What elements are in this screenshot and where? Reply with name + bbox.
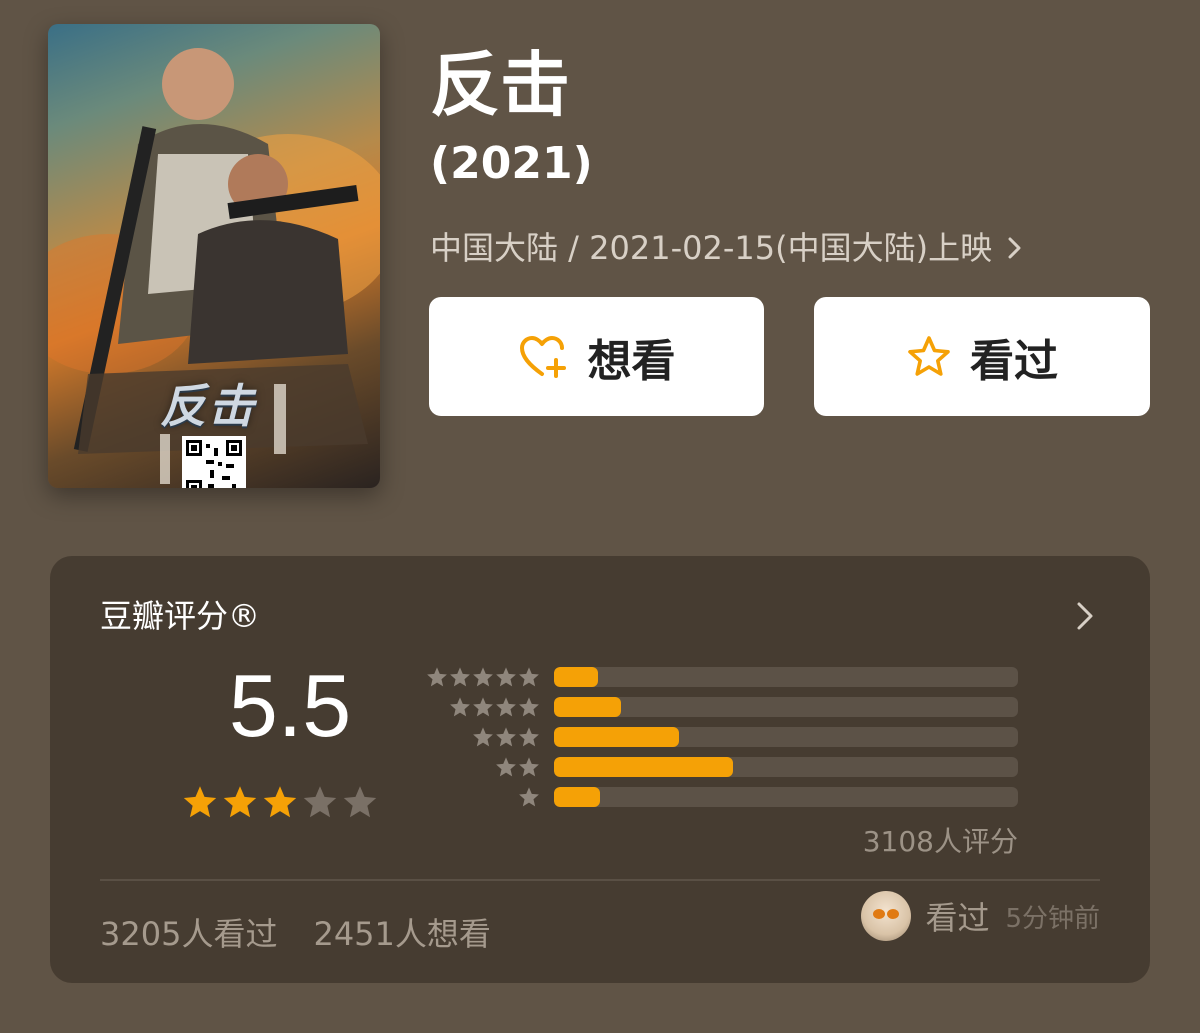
star-small-icon [473, 667, 493, 687]
distribution-row-4-star [420, 696, 1020, 718]
distribution-row-2-star [420, 756, 1020, 778]
star-filled-icon [223, 786, 257, 818]
poster-title-text: 反击 [160, 379, 256, 433]
star-small-icon [496, 667, 516, 687]
movie-detail-screen: 反击 反击 (2021) 中国大陆 / 2021-02-15(中国大陆)上映 想… [0, 0, 1200, 1033]
activity-label: 看过 [925, 899, 990, 937]
watch-stats: 3205人看过 2451人想看 [100, 912, 491, 956]
watched-button-label: 看过 [970, 335, 1058, 387]
distribution-row-5-star [420, 666, 1020, 688]
douban-rating-card[interactable]: 豆瓣评分® 5.5 3108人评分 3205人看过 2451人想看 看过 5分钟… [50, 556, 1150, 983]
distribution-row-1-star [420, 786, 1020, 808]
star-filled-icon [263, 786, 297, 818]
distribution-row-3-star [420, 726, 1020, 748]
star-small-icon [450, 667, 470, 687]
want-count: 2451人想看 [313, 915, 491, 953]
row-stars [518, 786, 540, 808]
watched-button[interactable]: 看过 [814, 297, 1150, 416]
seen-count: 3205人看过 [100, 915, 278, 953]
heart-plus-icon [519, 335, 566, 378]
star-small-icon [519, 697, 539, 717]
movie-title: 反击 [430, 44, 570, 126]
star-small-icon [519, 727, 539, 747]
star-empty-icon [303, 786, 337, 818]
rating-bar-track [554, 757, 1018, 777]
release-info-link[interactable]: 中国大陆 / 2021-02-15(中国大陆)上映 [430, 226, 1026, 270]
rating-count: 3108人评分 [862, 825, 1018, 858]
star-small-icon [473, 727, 493, 747]
star-small-icon [473, 697, 493, 717]
rating-bar-track [554, 697, 1018, 717]
divider [100, 879, 1100, 881]
star-small-icon [450, 697, 470, 717]
chevron-right-icon[interactable] [1074, 600, 1096, 632]
chevron-right-icon [1008, 237, 1021, 259]
star-small-icon [496, 727, 516, 747]
star-small-icon [519, 757, 539, 777]
rating-bar-fill [554, 667, 599, 687]
row-stars [449, 696, 540, 718]
movie-year: (2021) [430, 138, 593, 189]
rating-bar-fill [554, 787, 601, 807]
rating-bar-fill [554, 757, 733, 777]
rating-bar-track [554, 787, 1018, 807]
rating-bar-fill [554, 697, 622, 717]
want-button-label: 想看 [587, 335, 676, 387]
row-stars [495, 756, 540, 778]
poster-qr-code [182, 436, 246, 488]
score-stars [182, 784, 378, 820]
row-stars [426, 666, 540, 688]
rating-bar-fill [554, 727, 680, 747]
rating-score: 5.5 [228, 656, 352, 755]
activity-time: 5分钟前 [1005, 903, 1100, 934]
star-filled-icon [183, 786, 217, 818]
want-to-watch-button[interactable]: 想看 [429, 297, 764, 416]
star-small-icon [427, 667, 447, 687]
star-small-icon [519, 667, 539, 687]
rating-header: 豆瓣评分® [100, 597, 261, 635]
release-info-text: 中国大陆 / 2021-02-15(中国大陆)上映 [430, 229, 993, 267]
recent-activity[interactable]: 看过 5分钟前 [861, 890, 1100, 942]
star-small-icon [496, 757, 516, 777]
star-empty-icon [343, 786, 377, 818]
star-small-icon [519, 787, 539, 807]
movie-poster[interactable]: 反击 [48, 24, 380, 488]
rating-bar-track [554, 727, 1018, 747]
star-small-icon [496, 697, 516, 717]
star-outline-icon [908, 335, 950, 376]
avatar [861, 891, 912, 941]
rating-bar-track [554, 667, 1018, 687]
row-stars [472, 726, 540, 748]
